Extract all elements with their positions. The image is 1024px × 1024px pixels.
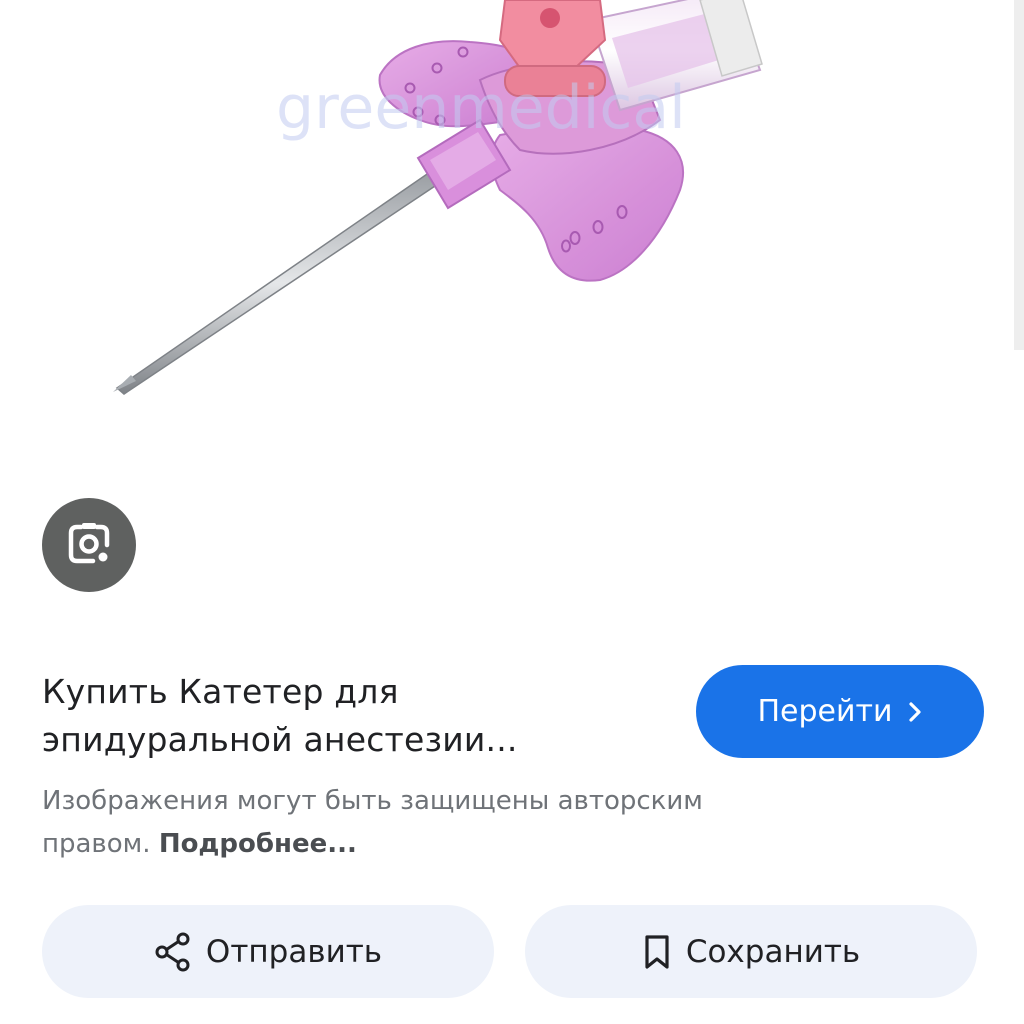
image-viewer-page: greenmedical Купить Катетер для эпидурал… xyxy=(0,0,1024,1024)
copyright-notice: Изображения могут быть защищены авторски… xyxy=(42,780,802,866)
share-button-label: Отправить xyxy=(205,933,383,970)
scrollbar[interactable] xyxy=(1014,0,1024,350)
share-icon xyxy=(154,932,192,972)
catheter-image: greenmedical xyxy=(113,0,763,395)
image-watermark: greenmedical xyxy=(276,73,686,143)
save-button-label: Сохранить xyxy=(685,933,861,970)
needle-shape xyxy=(113,170,440,395)
bookmark-icon xyxy=(642,933,672,971)
goto-button[interactable]: Перейти xyxy=(696,665,984,758)
lens-search-button[interactable] xyxy=(42,498,136,592)
copyright-notice-text: Изображения могут быть защищены авторски… xyxy=(42,786,703,859)
goto-button-label: Перейти xyxy=(757,694,893,729)
product-image[interactable]: greenmedical xyxy=(0,0,1024,440)
chevron-right-icon xyxy=(907,700,923,724)
learn-more-link[interactable]: Подробнее... xyxy=(159,829,357,859)
save-button[interactable]: Сохранить xyxy=(525,905,977,998)
lens-icon xyxy=(63,519,115,571)
result-title[interactable]: Купить Катетер для эпидуральной анестези… xyxy=(42,668,642,764)
share-button[interactable]: Отправить xyxy=(42,905,494,998)
